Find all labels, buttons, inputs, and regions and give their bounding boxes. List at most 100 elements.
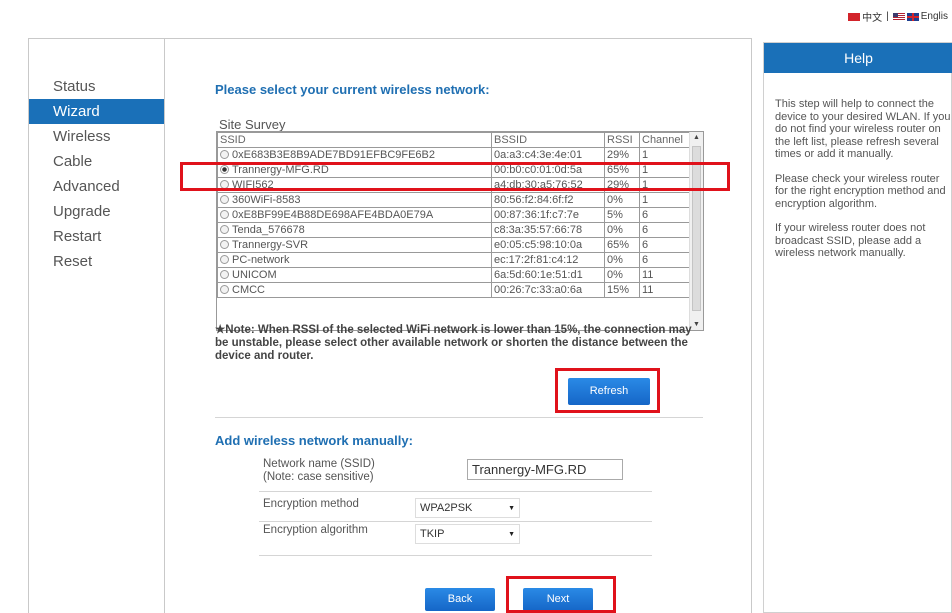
rssi-cell: 0% (604, 267, 640, 283)
ssid-label: Network name (SSID) (Note: case sensitiv… (263, 458, 375, 484)
table-row[interactable]: Tenda_576678 c8:3a:35:57:66:78 0% 6 (217, 222, 690, 238)
help-title: Help (764, 43, 952, 73)
bssid-cell: c8:3a:35:57:66:78 (491, 222, 605, 238)
encryption-method-label: Encryption method (263, 498, 359, 510)
bssid-cell: 00:87:36:1f:c7:7e (491, 207, 605, 223)
network-radio[interactable] (220, 270, 229, 279)
survey-grid: SSID BSSID RSSI Channel 0xE683B3E8B9ADE7… (217, 132, 690, 298)
encryption-algorithm-select[interactable]: TKIP ▼ (415, 524, 520, 544)
encryption-algorithm-label: Encryption algorithm (263, 524, 368, 536)
table-row[interactable]: 0xE683B3E8B9ADE7BD91EFBC9FE6B2 0a:a3:c4:3… (217, 147, 690, 163)
sidebar-item-reset[interactable]: Reset (29, 249, 164, 274)
channel-cell: 1 (639, 147, 690, 163)
dropdown-arrow-icon: ▼ (508, 504, 515, 512)
column-header-rssi: RSSI (604, 132, 640, 148)
bssid-cell: 00:26:7c:33:a0:6a (491, 282, 605, 298)
sidebar-item-cable[interactable]: Cable (29, 149, 164, 174)
selected-network-highlight (180, 162, 730, 191)
sidebar-item-wireless[interactable]: Wireless (29, 124, 164, 149)
ssid-cell[interactable]: UNICOM (217, 267, 492, 283)
back-button[interactable]: Back (425, 588, 495, 611)
ssid-text: 0xE683B3E8B9ADE7BD91EFBC9FE6B2 (232, 149, 436, 161)
ssid-cell[interactable]: Trannergy-SVR (217, 237, 492, 253)
column-header-channel: Channel (639, 132, 690, 148)
section-divider (215, 417, 703, 418)
table-row[interactable]: 360WiFi-8583 80:56:f2:84:6f:f2 0% 1 (217, 192, 690, 208)
ssid-text: 360WiFi-8583 (232, 194, 301, 206)
ssid-label-line1: Network name (SSID) (263, 458, 375, 470)
sidebar-item-status[interactable]: Status (29, 74, 164, 99)
ssid-cell[interactable]: 0xE683B3E8B9ADE7BD91EFBC9FE6B2 (217, 147, 492, 163)
china-flag-icon[interactable] (848, 12, 861, 21)
bssid-cell: 6a:5d:60:1e:51:d1 (491, 267, 605, 283)
uk-flag-icon[interactable] (906, 12, 919, 21)
dropdown-arrow-icon: ▼ (508, 530, 515, 538)
bssid-cell: 0a:a3:c4:3e:4e:01 (491, 147, 605, 163)
sidebar-item-upgrade[interactable]: Upgrade (29, 199, 164, 224)
channel-cell: 6 (639, 252, 690, 268)
rssi-note: ★Note: When RSSI of the selected WiFi ne… (215, 324, 692, 362)
form-divider-2 (259, 521, 652, 522)
encryption-algorithm-value: TKIP (420, 528, 445, 540)
ssid-text: CMCC (232, 284, 265, 296)
channel-cell: 11 (639, 282, 690, 298)
network-radio[interactable] (220, 225, 229, 234)
chinese-language-link[interactable]: 中文 (862, 9, 882, 24)
ssid-text: UNICOM (232, 269, 277, 281)
wizard-main: Please select your current wireless netw… (165, 38, 752, 613)
channel-cell: 6 (639, 222, 690, 238)
table-row[interactable]: PC-network ec:17:2f:81:c4:12 0% 6 (217, 252, 690, 268)
language-bar: 中文 | Englis (848, 9, 948, 24)
column-header-ssid: SSID (217, 132, 492, 148)
encryption-method-value: WPA2PSK (420, 502, 473, 514)
help-paragraph: If your wireless router does not broadca… (775, 222, 926, 259)
help-paragraph: This step will help to connect the devic… (775, 98, 951, 160)
usa-flag-icon[interactable] (892, 12, 905, 21)
scroll-up-arrow-icon[interactable]: ▲ (693, 134, 700, 141)
english-language-link[interactable]: Englis (921, 11, 948, 22)
channel-cell: 1 (639, 192, 690, 208)
sidebar-item-advanced[interactable]: Advanced (29, 174, 164, 199)
help-text: This step will help to connect the devic… (775, 98, 952, 272)
select-network-title: Please select your current wireless netw… (215, 82, 490, 97)
rssi-cell: 0% (604, 222, 640, 238)
network-radio[interactable] (220, 285, 229, 294)
ssid-cell[interactable]: 360WiFi-8583 (217, 192, 492, 208)
encryption-method-select[interactable]: WPA2PSK ▼ (415, 498, 520, 518)
rssi-cell: 29% (604, 147, 640, 163)
ssid-text: 0xE8BF99E4B88DE698AFE4BDA0E79A (232, 209, 434, 221)
rssi-cell: 5% (604, 207, 640, 223)
column-header-bssid: BSSID (491, 132, 605, 148)
sidebar-item-restart[interactable]: Restart (29, 224, 164, 249)
refresh-button-highlight (555, 368, 660, 413)
rssi-cell: 15% (604, 282, 640, 298)
add-network-title: Add wireless network manually: (215, 433, 413, 448)
table-row[interactable]: CMCC 00:26:7c:33:a0:6a 15% 11 (217, 282, 690, 298)
network-radio[interactable] (220, 195, 229, 204)
ssid-label-line2: (Note: case sensitive) (263, 471, 374, 483)
sidebar-item-wizard[interactable]: Wizard (29, 99, 164, 124)
next-button-highlight (506, 576, 616, 613)
site-survey-table: SSID BSSID RSSI Channel 0xE683B3E8B9ADE7… (216, 131, 704, 331)
channel-cell: 11 (639, 267, 690, 283)
rssi-cell: 0% (604, 252, 640, 268)
ssid-cell[interactable]: CMCC (217, 282, 492, 298)
table-row[interactable]: UNICOM 6a:5d:60:1e:51:d1 0% 11 (217, 267, 690, 283)
network-radio[interactable] (220, 150, 229, 159)
help-paragraph: Please check your wireless router for th… (775, 172, 946, 210)
ssid-cell[interactable]: 0xE8BF99E4B88DE698AFE4BDA0E79A (217, 207, 492, 223)
bssid-cell: 80:56:f2:84:6f:f2 (491, 192, 605, 208)
network-radio[interactable] (220, 210, 229, 219)
help-panel: Help This step will help to connect the … (763, 42, 952, 613)
table-row[interactable]: Trannergy-SVR e0:05:c5:98:10:0a 65% 6 (217, 237, 690, 253)
table-row[interactable]: 0xE8BF99E4B88DE698AFE4BDA0E79A 00:87:36:1… (217, 207, 690, 223)
network-radio[interactable] (220, 240, 229, 249)
ssid-text: PC-network (232, 254, 290, 266)
network-radio[interactable] (220, 255, 229, 264)
bssid-cell: ec:17:2f:81:c4:12 (491, 252, 605, 268)
ssid-text: Tenda_576678 (232, 224, 305, 236)
ssid-cell[interactable]: Tenda_576678 (217, 222, 492, 238)
channel-cell: 6 (639, 207, 690, 223)
ssid-input[interactable]: Trannergy-MFG.RD (467, 459, 623, 480)
ssid-cell[interactable]: PC-network (217, 252, 492, 268)
